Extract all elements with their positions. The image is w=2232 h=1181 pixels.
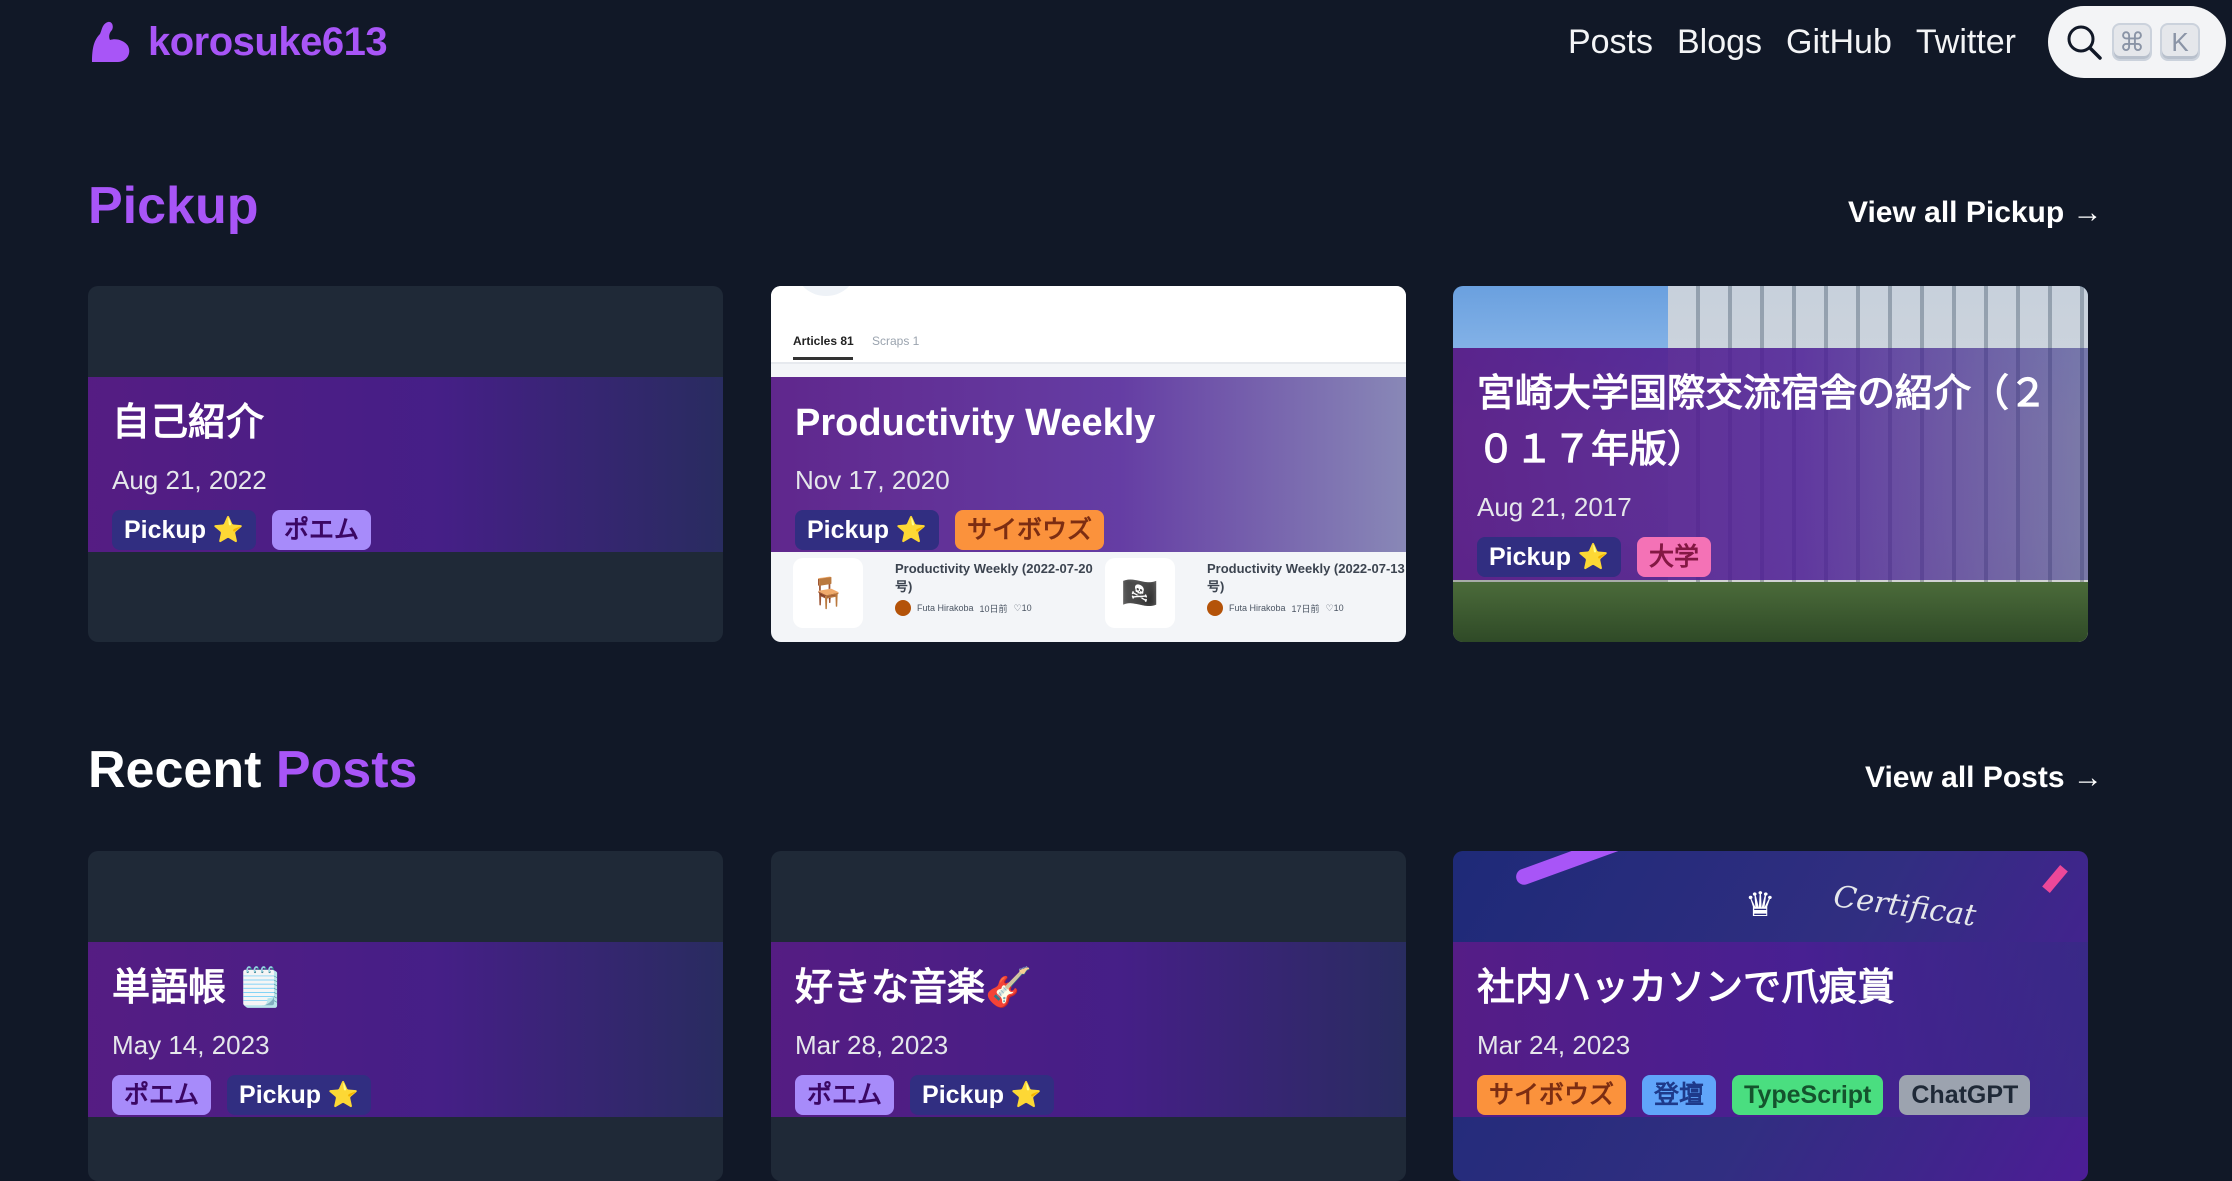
view-all-posts-link[interactable]: View all Posts →: [1865, 761, 2103, 795]
nav-github[interactable]: GitHub: [1786, 20, 1892, 64]
tag-poem[interactable]: ポエム: [795, 1075, 895, 1115]
tag-list: Pickup ⭐ 大学: [1477, 537, 2064, 577]
card-overlay: 好きな音楽🎸 Mar 28, 2023 ポエム Pickup ⭐: [771, 942, 1406, 1117]
card-title: 単語帳 🗒️: [112, 967, 284, 1009]
card-title: 自己紹介: [112, 402, 265, 444]
card-overlay: Productivity Weekly Nov 17, 2020 Pickup …: [771, 377, 1406, 552]
card-overlay: 自己紹介 Aug 21, 2022 Pickup ⭐ ポエム: [88, 377, 723, 552]
nav-posts[interactable]: Posts: [1568, 20, 1653, 64]
card-date: Mar 28, 2023: [795, 1030, 949, 1060]
article-preview-title: Productivity Weekly (2022-07-13号): [1207, 561, 1405, 594]
command-key: ⌘: [2112, 23, 2152, 61]
certificate-text: Certificat: [1831, 879, 1979, 934]
card-overlay: 単語帳 🗒️ May 14, 2023 ポエム Pickup ⭐: [88, 942, 723, 1117]
tag-pickup[interactable]: Pickup ⭐: [910, 1075, 1055, 1115]
nav-twitter[interactable]: Twitter: [1916, 20, 2016, 64]
post-card[interactable]: 好きな音楽🎸 Mar 28, 2023 ポエム Pickup ⭐: [771, 851, 1406, 1181]
pickup-card[interactable]: 自己紹介 Aug 21, 2022 Pickup ⭐ ポエム: [88, 286, 723, 642]
tag-pickup[interactable]: Pickup ⭐: [795, 510, 940, 550]
decorative-shape: [1513, 851, 1633, 888]
card-date: Aug 21, 2017: [1477, 492, 1632, 522]
tag-list: Pickup ⭐ サイボウズ: [795, 510, 1382, 550]
article-preview-meta: Futa Hirakoba 17日前 ♡10: [1207, 600, 1344, 616]
site-logo-link[interactable]: korosuke613: [88, 18, 388, 66]
crown-icon: ♛: [1745, 886, 1776, 924]
tag-list: ポエム Pickup ⭐: [795, 1075, 1382, 1115]
like-count: ♡10: [1325, 602, 1344, 613]
article-preview-title: Productivity Weekly (2022-07-20号): [895, 561, 1093, 594]
tag-pickup[interactable]: Pickup ⭐: [227, 1075, 372, 1115]
heading-posts: Posts: [275, 741, 418, 799]
tag-typescript[interactable]: TypeScript: [1732, 1075, 1884, 1115]
card-title: 好きな音楽🎸: [795, 967, 1033, 1009]
article-preview: 🪑 Productivity Weekly (2022-07-20号) Futa…: [793, 556, 1093, 636]
article-preview: 🏴‍☠️ Productivity Weekly (2022-07-13号) F…: [1105, 556, 1405, 636]
tag-university[interactable]: 大学: [1637, 537, 1712, 577]
view-all-pickup-link[interactable]: View all Pickup →: [1848, 196, 2103, 230]
card-title: Productivity Weekly: [795, 402, 1156, 444]
post-card[interactable]: ♛ Certificat 社内ハッカソンで爪痕賞 Mar 24, 2023 サイ…: [1453, 851, 2088, 1181]
tag-chatgpt[interactable]: ChatGPT: [1899, 1075, 2031, 1115]
tag-pickup[interactable]: Pickup ⭐: [112, 510, 257, 550]
post-card[interactable]: 単語帳 🗒️ May 14, 2023 ポエム Pickup ⭐: [88, 851, 723, 1181]
main-nav: Posts Blogs GitHub Twitter: [1568, 20, 2016, 64]
card-title: 社内ハッカソンで爪痕賞: [1477, 967, 1896, 1009]
tab-scraps: Scraps 1: [872, 334, 920, 348]
avatar: [895, 600, 911, 616]
card-overlay: 宮崎大学国際交流宿舎の紹介（２０１７年版） Aug 21, 2017 Picku…: [1453, 348, 2088, 580]
search-button[interactable]: ⌘ K: [2048, 6, 2226, 78]
author-name: Futa Hirakoba: [917, 603, 974, 613]
pickup-card[interactable]: Articles 81 Scraps 1 🪑 Productivity Week…: [771, 286, 1406, 642]
card-date: Nov 17, 2020: [795, 465, 950, 495]
profile-avatar: [797, 286, 855, 296]
card-date: May 14, 2023: [112, 1030, 270, 1060]
tag-poem[interactable]: ポエム: [112, 1075, 212, 1115]
avatar: [1207, 600, 1223, 616]
tab-underline: [793, 357, 853, 360]
like-count: ♡10: [1013, 602, 1032, 613]
k-key: K: [2160, 23, 2200, 61]
site-header: korosuke613 Posts Blogs GitHub Twitter ⌘…: [0, 0, 2232, 86]
tag-cybozu[interactable]: サイボウズ: [955, 510, 1105, 550]
tag-talk[interactable]: 登壇: [1642, 1075, 1717, 1115]
shrubbery: [1453, 582, 2088, 642]
pirate-flag-icon: 🏴‍☠️: [1105, 558, 1175, 628]
heading-recent: Recent: [88, 741, 262, 799]
tag-poem[interactable]: ポエム: [272, 510, 372, 550]
flexed-arm-icon: [92, 21, 130, 62]
card-date: Mar 24, 2023: [1477, 1030, 1631, 1060]
tab-articles: Articles 81: [793, 334, 854, 348]
tag-list: ポエム Pickup ⭐: [112, 1075, 699, 1115]
card-date: Aug 21, 2022: [112, 465, 267, 495]
tag-list: Pickup ⭐ ポエム: [112, 510, 699, 550]
tag-cybozu[interactable]: サイボウズ: [1477, 1075, 1627, 1115]
posted-ago: 17日前: [1291, 603, 1320, 614]
tag-pickup[interactable]: Pickup ⭐: [1477, 537, 1622, 577]
posted-ago: 10日前: [979, 603, 1008, 614]
pickup-heading: Pickup: [88, 177, 259, 235]
search-icon: [2067, 25, 2102, 60]
zenn-profile-header: Articles 81 Scraps 1: [771, 286, 1406, 364]
article-preview-meta: Futa Hirakoba 10日前 ♡10: [895, 600, 1032, 616]
site-name: korosuke613: [148, 19, 388, 64]
author-name: Futa Hirakoba: [1229, 603, 1286, 613]
card-overlay: 社内ハッカソンで爪痕賞 Mar 24, 2023 サイボウズ 登壇 TypeSc…: [1453, 942, 2088, 1117]
tag-list: サイボウズ 登壇 TypeScript ChatGPT: [1477, 1075, 2064, 1115]
pickup-card[interactable]: 宮崎大学国際交流宿舎の紹介（２０１７年版） Aug 21, 2017 Picku…: [1453, 286, 2088, 642]
nav-blogs[interactable]: Blogs: [1677, 20, 1762, 64]
decorative-stripe: [2042, 865, 2068, 893]
card-title: 宮崎大学国際交流宿舎の紹介（２０１７年版）: [1477, 373, 2048, 471]
chair-icon: 🪑: [793, 558, 863, 628]
recent-posts-heading: Recent Posts: [88, 740, 417, 800]
